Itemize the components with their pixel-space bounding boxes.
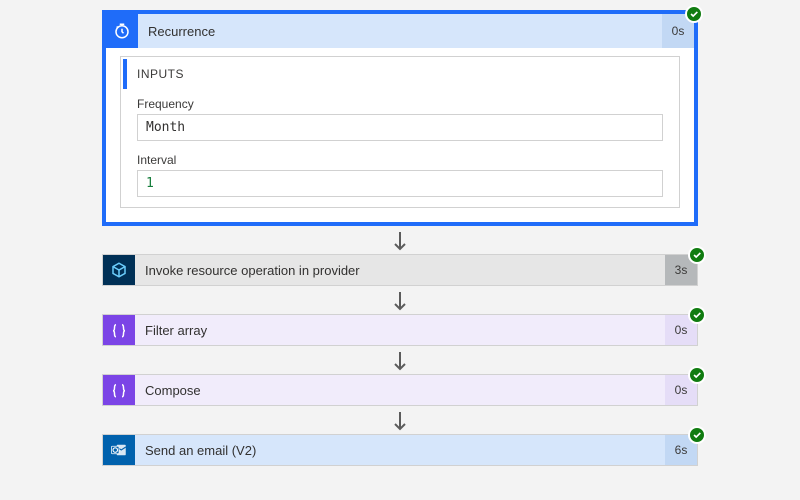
success-badge-icon [688,246,706,264]
step-email-title: Send an email (V2) [135,435,665,465]
flow-arrow-icon [102,406,698,434]
interval-field: Interval 1 [121,151,679,207]
outlook-icon [103,435,135,465]
step-recurrence-title: Recurrence [138,14,662,48]
success-badge-icon [688,306,706,324]
step-filter-header[interactable]: Filter array 0s [102,314,698,346]
step-email-header[interactable]: Send an email (V2) 6s [102,434,698,466]
step-recurrence: Recurrence 0s INPUTS Frequency Month Int… [102,10,698,226]
schedule-icon [106,14,138,48]
step-recurrence-header[interactable]: Recurrence 0s [106,14,694,48]
step-invoke-header[interactable]: Invoke resource operation in provider 3s [102,254,698,286]
step-filter-title: Filter array [135,315,665,345]
step-invoke: Invoke resource operation in provider 3s [102,254,698,286]
workflow-canvas: Recurrence 0s INPUTS Frequency Month Int… [0,0,800,500]
success-badge-icon [685,5,703,23]
step-invoke-title: Invoke resource operation in provider [135,255,665,285]
step-compose: Compose 0s [102,374,698,406]
inputs-panel: INPUTS Frequency Month Interval 1 [120,56,680,208]
cube-icon [103,255,135,285]
step-email: Send an email (V2) 6s [102,434,698,466]
interval-value: 1 [137,170,663,197]
inputs-tab[interactable]: INPUTS [123,59,194,89]
data-operations-icon [103,315,135,345]
interval-label: Interval [137,153,663,167]
success-badge-icon [688,366,706,384]
step-compose-title: Compose [135,375,665,405]
step-filter: Filter array 0s [102,314,698,346]
flow-arrow-icon [102,346,698,374]
frequency-field: Frequency Month [121,95,679,151]
success-badge-icon [688,426,706,444]
frequency-label: Frequency [137,97,663,111]
flow-arrow-icon [102,226,698,254]
frequency-value: Month [137,114,663,141]
data-operations-icon [103,375,135,405]
flow-arrow-icon [102,286,698,314]
step-compose-header[interactable]: Compose 0s [102,374,698,406]
